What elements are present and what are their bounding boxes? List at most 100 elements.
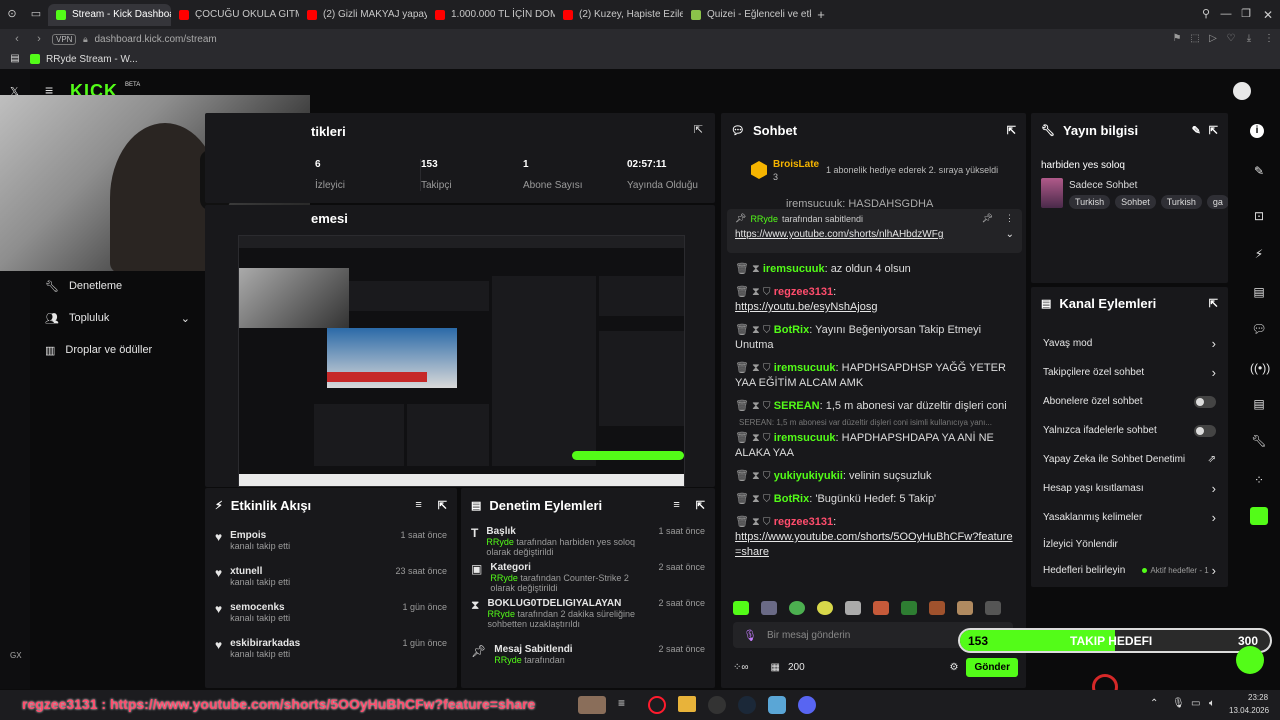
edit-icon[interactable]: ✎ (1192, 124, 1201, 137)
taskbar-app-icon[interactable] (578, 696, 606, 714)
follow-goal-bar: 153 TAKIP HEDEFI 300 (958, 628, 1272, 653)
category-name[interactable]: Sadece Sohbet (1069, 180, 1137, 191)
screenshot-icon[interactable]: ⬚ (1186, 34, 1204, 44)
edit-icon[interactable]: ✎ (1250, 164, 1268, 182)
emote-icon[interactable] (733, 601, 749, 615)
wrench-icon[interactable]: 🔧︎ (1250, 434, 1268, 452)
emote-icon[interactable] (929, 601, 945, 615)
chevron-down-icon[interactable]: ⌄ (1006, 229, 1014, 240)
actions-icon[interactable]: ▤ (1250, 397, 1268, 415)
tab-youtube-3[interactable]: 1.000.000 TL İÇİN DOMIN (427, 4, 555, 26)
extension-icon[interactable]: ⚑ (1168, 34, 1186, 44)
broadcast-icon[interactable]: ((•)) (1250, 361, 1270, 379)
emote-icon[interactable] (873, 601, 889, 615)
tag[interactable]: Turkish (1069, 195, 1111, 209)
tab-kick-dashboard[interactable]: Stream - Kick Dashboard (48, 3, 171, 26)
tag[interactable]: Sohbet (1115, 195, 1156, 209)
action-account-age[interactable]: Hesap yaşı kısıtlaması › (1031, 474, 1228, 503)
steam-icon[interactable] (738, 696, 756, 714)
action-goals[interactable]: Hedefleri belirleyin Aktif hedefler - 1 … (1031, 556, 1228, 585)
action-ai-moderation[interactable]: Yapay Zeka ile Sohbet Denetimi ⇗ (1031, 445, 1228, 474)
taskbar-app-icon[interactable]: ≡ (618, 696, 636, 714)
more-icon[interactable]: ⋮ (1258, 34, 1280, 44)
emote-icon[interactable] (985, 601, 1001, 615)
send-button[interactable]: Gönder (966, 657, 1018, 677)
emoji-icon[interactable]: ⁘∞ (733, 662, 749, 673)
stream-preview-video[interactable] (238, 235, 685, 487)
close-icon[interactable]: ✕ (1256, 9, 1280, 21)
action-raid[interactable]: İzleyici Yönlendir (1031, 532, 1228, 556)
preview-mini-chat (492, 276, 596, 466)
tab-youtube-1[interactable]: ÇOCUĞU OKULA GITMEY (171, 4, 299, 26)
back-icon[interactable]: ‹ (0, 33, 26, 45)
chat-icon[interactable]: 💬︎ (1250, 322, 1268, 340)
emote-icon[interactable] (957, 601, 973, 615)
url-field[interactable]: dashboard.kick.com/stream (94, 34, 216, 45)
filter-icon[interactable]: ≡ (673, 499, 679, 511)
sidebar-item-droplar[interactable]: ▥ Droplar ve ödüller (45, 344, 152, 357)
subscribers-only-toggle[interactable] (1194, 395, 1216, 408)
popout-icon[interactable]: ⇱ (1007, 124, 1016, 137)
tag[interactable]: ga (1206, 195, 1228, 209)
microphone-icon[interactable]: 🎙︎ (743, 629, 757, 642)
tag[interactable]: Turkish (1160, 195, 1202, 209)
tray-chevron-icon[interactable]: ⌃ (1150, 698, 1158, 709)
microphone-icon[interactable]: 🎙︎ (1172, 698, 1185, 709)
sidebar-item-topluluk[interactable]: 👥︎ Topluluk ⌄ (45, 312, 190, 325)
filter-icon[interactable]: ≡ (415, 499, 421, 511)
sidebar-toggle-icon[interactable]: ▤ (0, 54, 30, 64)
search-icon[interactable]: ⚲ (1196, 9, 1216, 20)
taskbar-app-icon[interactable] (708, 696, 726, 714)
heart-icon[interactable]: ♡ (1222, 34, 1240, 44)
users-icon[interactable]: ⁘ (1250, 473, 1268, 491)
app-icon[interactable] (1250, 507, 1268, 525)
document-icon[interactable]: ▤ (1250, 285, 1268, 303)
bookmark-rryde[interactable]: RRyde Stream - W... (46, 54, 138, 65)
action-followers-only[interactable]: Takipçilere özel sohbet › (1031, 358, 1228, 387)
opera-icon[interactable] (648, 696, 666, 714)
info-icon[interactable]: i (1250, 124, 1264, 138)
emote-icon[interactable] (901, 601, 917, 615)
player-icon[interactable]: ▷ (1204, 34, 1222, 44)
popout-icon[interactable]: ⇱ (438, 499, 447, 512)
browser-menu-icon[interactable]: ⊙ (0, 9, 24, 20)
clock-time[interactable]: 23:28 (1248, 693, 1268, 702)
volume-icon[interactable]: 🔈︎ (1209, 698, 1215, 709)
emote-icon[interactable] (761, 601, 777, 615)
download-icon[interactable]: ⤓ (1240, 34, 1258, 44)
new-tab-icon[interactable]: + (811, 8, 831, 21)
clock-date[interactable]: 13.04.2026 (1229, 706, 1269, 715)
settings-icon[interactable]: ⚙︎ (949, 662, 958, 673)
emote-icon[interactable] (789, 601, 805, 615)
pinned-link[interactable]: https://www.youtube.com/shorts/nlhAHbdzW… (735, 229, 1006, 240)
bolt-icon[interactable]: ⚡︎ (1250, 247, 1268, 265)
unpin-icon[interactable]: 📌︎ (982, 213, 993, 224)
network-icon[interactable]: ▭ (1191, 698, 1200, 709)
avatar[interactable] (1233, 82, 1251, 100)
action-banned-words[interactable]: Yasaklanmış kelimeler › (1031, 503, 1228, 532)
camera-icon[interactable]: ⊡ (1250, 209, 1268, 227)
gx-label[interactable]: GX (10, 651, 22, 660)
sidebar-item-denetleme[interactable]: 🔧︎ Denetleme (45, 280, 122, 293)
emote-icon[interactable] (845, 601, 861, 615)
action-slow-mode[interactable]: Yavaş mod › (1031, 329, 1228, 358)
discord-icon[interactable] (798, 696, 816, 714)
emote-icon[interactable] (817, 601, 833, 615)
popout-icon[interactable]: ⇱ (1209, 297, 1218, 310)
popout-icon[interactable]: ⇱ (694, 123, 703, 136)
more-icon[interactable]: ⋮ (1005, 213, 1014, 224)
popout-icon[interactable]: ⇱ (696, 499, 705, 512)
tab-youtube-2[interactable]: (2) Gizli MAKYAJ yapayım (299, 4, 427, 26)
popout-icon[interactable]: ⇱ (1209, 124, 1218, 137)
tab-youtube-4[interactable]: (2) Kuzey, Hapiste Ezilen (555, 4, 683, 26)
minimize-icon[interactable]: — (1216, 9, 1236, 20)
folder-icon[interactable] (678, 696, 696, 712)
tab-quizei[interactable]: Quizei - Eğlenceli ve etkile (683, 4, 811, 26)
emote-only-toggle[interactable] (1194, 424, 1216, 437)
vpn-badge[interactable]: VPN (52, 33, 77, 45)
taskbar-app-icon[interactable] (768, 696, 786, 714)
window-tabs-icon[interactable]: ▭ (24, 9, 48, 20)
forward-icon[interactable]: › (26, 33, 52, 45)
restore-icon[interactable]: ❐ (1236, 9, 1256, 20)
hourglass-icon: ⧗ (471, 598, 480, 612)
